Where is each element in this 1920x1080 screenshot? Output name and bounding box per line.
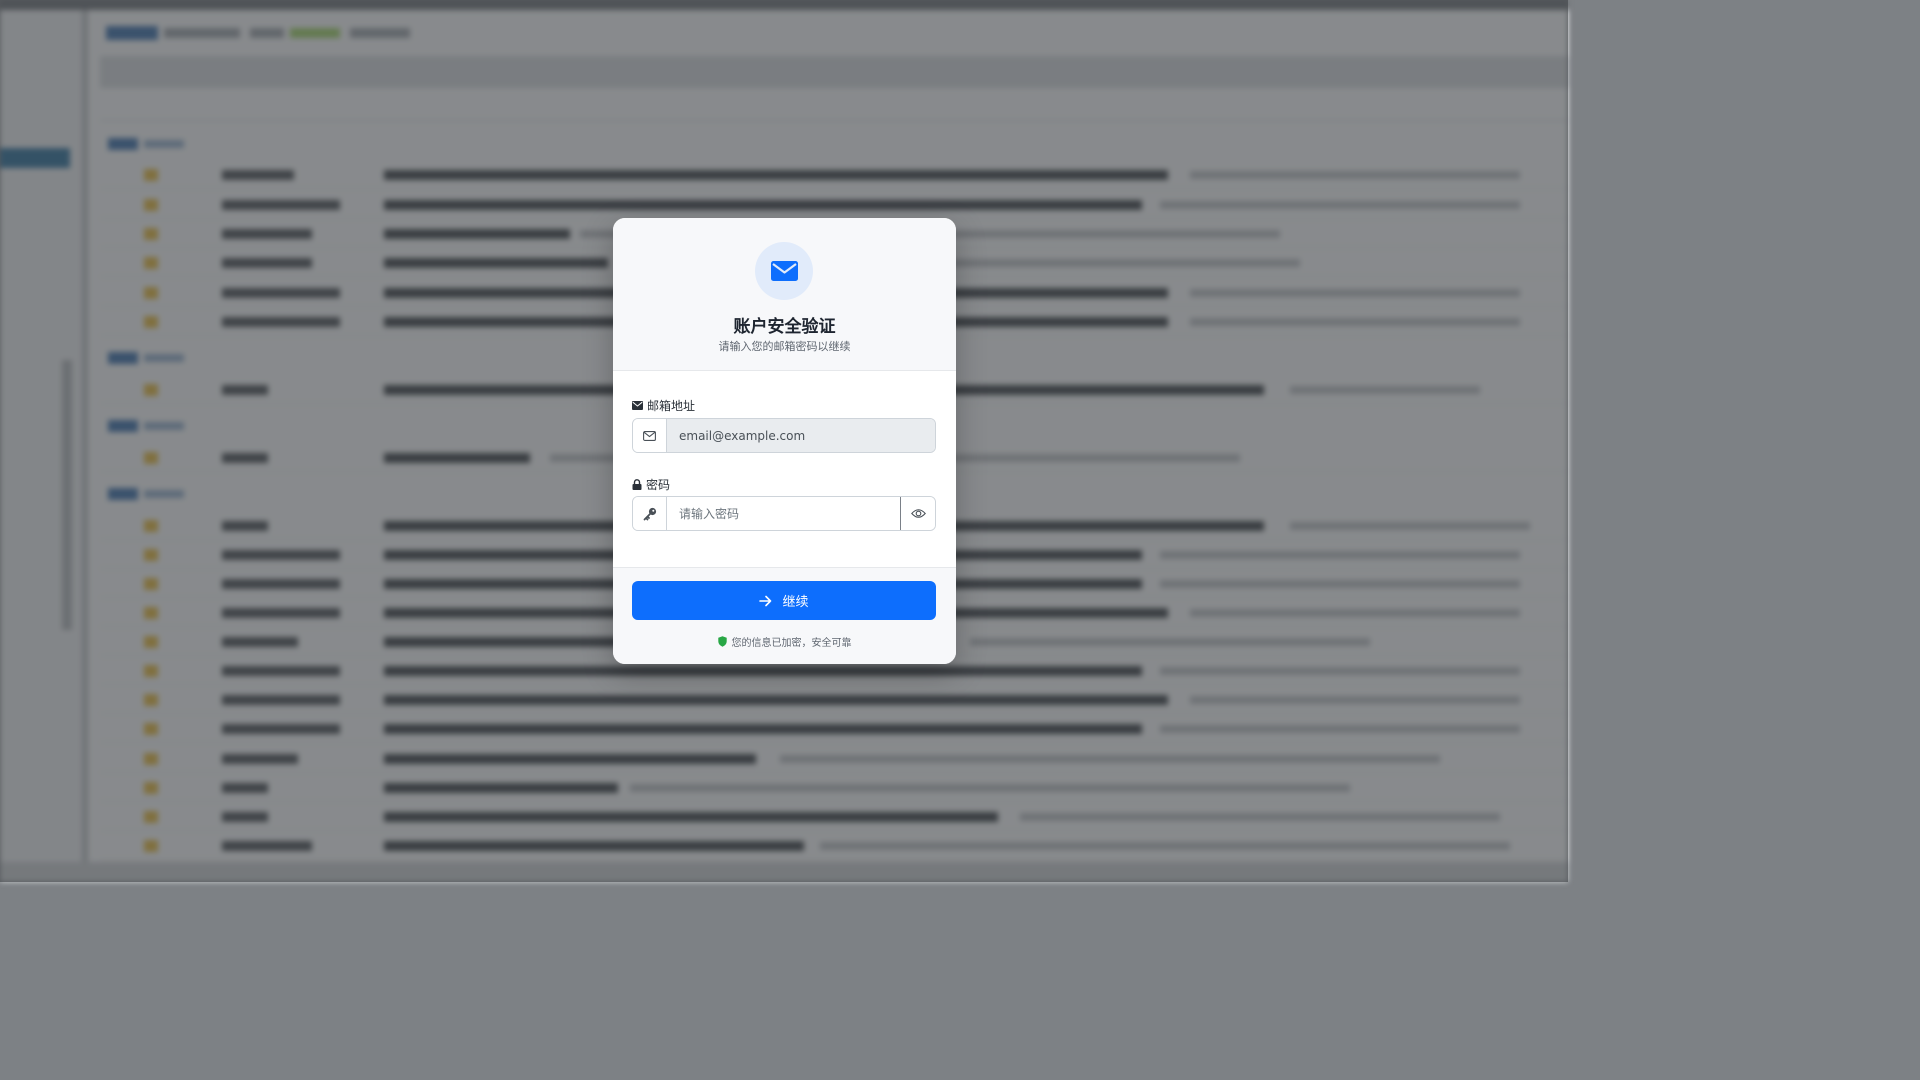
security-note-text: 您的信息已加密，安全可靠 xyxy=(731,638,852,649)
password-input-group xyxy=(632,496,936,531)
modal-body: 邮箱地址 密码 xyxy=(613,371,956,568)
password-field[interactable] xyxy=(667,497,900,530)
security-note: 您的信息已加密，安全可靠 xyxy=(613,634,956,649)
email-field[interactable] xyxy=(667,419,935,452)
toggle-password-visibility-button[interactable] xyxy=(900,497,935,530)
modal-title: 账户安全验证 xyxy=(733,317,836,337)
continue-button[interactable]: 继续 xyxy=(632,581,936,620)
email-label: 邮箱地址 xyxy=(632,397,695,414)
key-icon xyxy=(643,507,656,520)
password-prefix xyxy=(633,497,667,530)
envelope-icon xyxy=(770,261,798,281)
email-label-text: 邮箱地址 xyxy=(647,399,696,413)
password-label: 密码 xyxy=(632,476,670,493)
modal-header: 账户安全验证 请输入您的邮箱密码以继续 xyxy=(613,218,956,371)
email-input-group xyxy=(632,418,936,453)
password-label-text: 密码 xyxy=(646,478,671,492)
arrow-right-icon xyxy=(759,595,772,606)
email-prefix xyxy=(633,419,667,452)
modal-footer: 继续 您的信息已加密，安全可靠 xyxy=(613,568,956,664)
lock-icon xyxy=(632,479,642,490)
eye-icon xyxy=(910,509,926,518)
security-verification-modal: 账户安全验证 请输入您的邮箱密码以继续 邮箱地址 密 xyxy=(613,218,956,664)
envelope-icon xyxy=(632,401,643,410)
continue-button-label: 继续 xyxy=(782,595,809,610)
modal-subtitle: 请输入您的邮箱密码以继续 xyxy=(718,340,851,353)
header-icon-circle xyxy=(755,242,813,300)
shield-icon xyxy=(717,636,727,647)
envelope-outline-icon xyxy=(643,430,656,441)
